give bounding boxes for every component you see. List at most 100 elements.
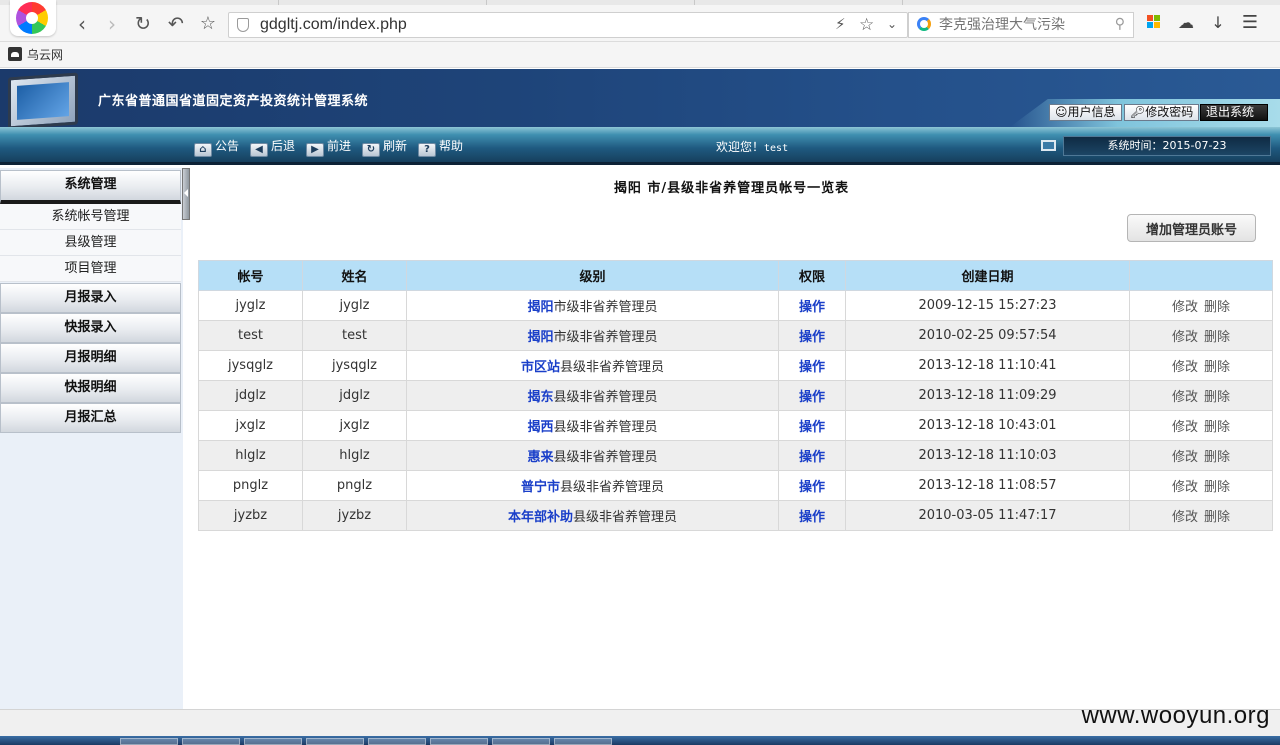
- sidebar-section-quick-entry[interactable]: 快报录入: [0, 313, 181, 343]
- taskbar-item[interactable]: [430, 738, 488, 745]
- taskbar-item[interactable]: [306, 738, 364, 745]
- table-row: pnglz pnglz 普宁市县级非省养管理员 操作 2013-12-18 11:08:…: [198, 470, 1273, 501]
- permission-link[interactable]: 操作: [799, 480, 825, 495]
- level-suffix: 县级非省养管理员: [560, 480, 665, 495]
- edit-link[interactable]: 修改: [1172, 420, 1198, 435]
- change-password-button[interactable]: 🔑︎修改密码: [1124, 104, 1200, 121]
- search-input[interactable]: [939, 16, 1109, 34]
- table-row: jdglz jdglz 揭东县级非省养管理员 操作 2013-12-18 11:09:2…: [198, 380, 1273, 411]
- permission-link[interactable]: 操作: [799, 450, 825, 465]
- user-info-button[interactable]: ☺︎用户信息: [1049, 104, 1122, 121]
- search-icon[interactable]: ⚲: [1115, 16, 1125, 32]
- toolbar-refresh[interactable]: ↻ 刷新: [362, 138, 407, 157]
- edit-link[interactable]: 修改: [1172, 510, 1198, 525]
- level-link[interactable]: 揭西: [527, 420, 553, 435]
- cloud-icon[interactable]: ☁︎: [1176, 13, 1196, 33]
- download-icon[interactable]: ↓: [1208, 13, 1228, 33]
- toolbar-help[interactable]: ? 帮助: [418, 138, 463, 157]
- cell-account: jyzbz: [198, 500, 303, 531]
- undo-icon[interactable]: ↶: [164, 12, 188, 36]
- sidebar-item-project[interactable]: 项目管理: [0, 256, 181, 282]
- cell-level: 市区站县级非省养管理员: [406, 350, 779, 381]
- lightning-icon[interactable]: ⚡︎: [835, 15, 846, 33]
- level-link[interactable]: 本年部补助: [508, 510, 573, 525]
- delete-link[interactable]: 删除: [1204, 450, 1230, 465]
- reload-icon[interactable]: ↻: [131, 12, 155, 36]
- toolbar-forward[interactable]: ▶ 前进: [306, 138, 351, 157]
- taskbar-item[interactable]: [182, 738, 240, 745]
- toolbar-back[interactable]: ◀ 后退: [250, 138, 296, 157]
- forward-icon[interactable]: ›: [100, 12, 124, 36]
- sidebar-item-county[interactable]: 县级管理: [0, 230, 181, 256]
- sidebar-section-monthly-summary[interactable]: 月报汇总: [0, 403, 181, 433]
- edit-link[interactable]: 修改: [1172, 450, 1198, 465]
- taskbar-item[interactable]: [368, 738, 426, 745]
- cell-level: 本年部补助县级非省养管理员: [406, 500, 779, 531]
- cell-level: 惠来县级非省养管理员: [406, 440, 779, 471]
- delete-link[interactable]: 删除: [1204, 420, 1230, 435]
- sidebar-section-monthly-detail[interactable]: 月报明细: [0, 343, 181, 373]
- delete-link[interactable]: 删除: [1204, 510, 1230, 525]
- permission-link[interactable]: 操作: [799, 420, 825, 435]
- delete-link[interactable]: 删除: [1204, 390, 1230, 405]
- edit-link[interactable]: 修改: [1172, 330, 1198, 345]
- cell-actions: 修改 删除: [1129, 440, 1273, 471]
- level-link[interactable]: 揭阳: [527, 300, 553, 315]
- screen-icon: [1041, 140, 1056, 151]
- edit-link[interactable]: 修改: [1172, 390, 1198, 405]
- level-link[interactable]: 惠来: [527, 450, 553, 465]
- delete-link[interactable]: 删除: [1204, 330, 1230, 345]
- cell-actions: 修改 删除: [1129, 500, 1273, 531]
- edit-link[interactable]: 修改: [1172, 360, 1198, 375]
- apps-grid-icon[interactable]: [1147, 15, 1161, 29]
- sidebar-section-quick-detail[interactable]: 快报明细: [0, 373, 181, 403]
- back-icon[interactable]: ‹: [70, 12, 94, 36]
- key-icon: 🔑︎: [1130, 105, 1146, 119]
- taskbar-item[interactable]: [554, 738, 612, 745]
- edit-link[interactable]: 修改: [1172, 300, 1198, 315]
- delete-link[interactable]: 删除: [1204, 480, 1230, 495]
- tab-divider: [278, 0, 279, 5]
- permission-link[interactable]: 操作: [799, 510, 825, 525]
- taskbar-item[interactable]: [492, 738, 550, 745]
- level-link[interactable]: 普宁市: [521, 480, 560, 495]
- level-suffix: 县级非省养管理员: [553, 390, 658, 405]
- search-box[interactable]: ⚲: [908, 12, 1134, 38]
- tab-divider: [486, 0, 487, 5]
- cell-permission: 操作: [778, 320, 846, 351]
- edit-link[interactable]: 修改: [1172, 480, 1198, 495]
- menu-icon[interactable]: ☰: [1240, 13, 1260, 33]
- table-row: jysqglz jysqglz 市区站县级非省养管理员 操作 2013-12-18 11…: [198, 350, 1273, 381]
- permission-link[interactable]: 操作: [799, 300, 825, 315]
- permission-link[interactable]: 操作: [799, 360, 825, 375]
- permission-link[interactable]: 操作: [799, 330, 825, 345]
- toolbar-back-label: 后退: [271, 139, 296, 153]
- level-suffix: 县级非省养管理员: [573, 510, 678, 525]
- address-url[interactable]: gdgltj.com/index.php: [260, 15, 407, 35]
- sidebar-section-monthly-entry[interactable]: 月报录入: [0, 283, 181, 313]
- sidebar-section-system-management[interactable]: 系统管理: [0, 170, 181, 204]
- add-admin-account-button[interactable]: 增加管理员账号: [1127, 214, 1256, 242]
- permission-link[interactable]: 操作: [799, 390, 825, 405]
- address-bar[interactable]: gdgltj.com/index.php ⚡︎ ☆ ⌄: [228, 12, 908, 38]
- table-row: hlglz hlglz 惠来县级非省养管理员 操作 2013-12-18 11:10:0…: [198, 440, 1273, 471]
- chevron-down-icon[interactable]: ⌄: [887, 17, 897, 31]
- taskbar-item[interactable]: [244, 738, 302, 745]
- cell-created: 2013-12-18 11:10:03: [845, 440, 1130, 471]
- taskbar-item[interactable]: [120, 738, 178, 745]
- level-link[interactable]: 揭阳: [527, 330, 553, 345]
- delete-link[interactable]: 删除: [1204, 300, 1230, 315]
- toolbar-notice[interactable]: ⌂ 公告: [194, 138, 239, 157]
- star-icon[interactable]: ☆: [196, 12, 220, 36]
- level-link[interactable]: 揭东: [527, 390, 553, 405]
- browser-logo-icon[interactable]: [10, 0, 56, 36]
- cell-actions: 修改 删除: [1129, 350, 1273, 381]
- cell-account: jysqglz: [198, 350, 303, 381]
- bookmark-star-icon[interactable]: ☆: [859, 15, 874, 35]
- level-link[interactable]: 市区站: [521, 360, 560, 375]
- delete-link[interactable]: 删除: [1204, 360, 1230, 375]
- sidebar: 系统管理 系统帐号管理 县级管理 项目管理 月报录入 快报录入 月报明细 快报明…: [0, 168, 183, 709]
- logout-button[interactable]: 退出系统: [1200, 104, 1268, 121]
- bookmark-wooyun[interactable]: 乌云网: [27, 46, 63, 63]
- sidebar-item-system-account[interactable]: 系统帐号管理: [0, 204, 181, 230]
